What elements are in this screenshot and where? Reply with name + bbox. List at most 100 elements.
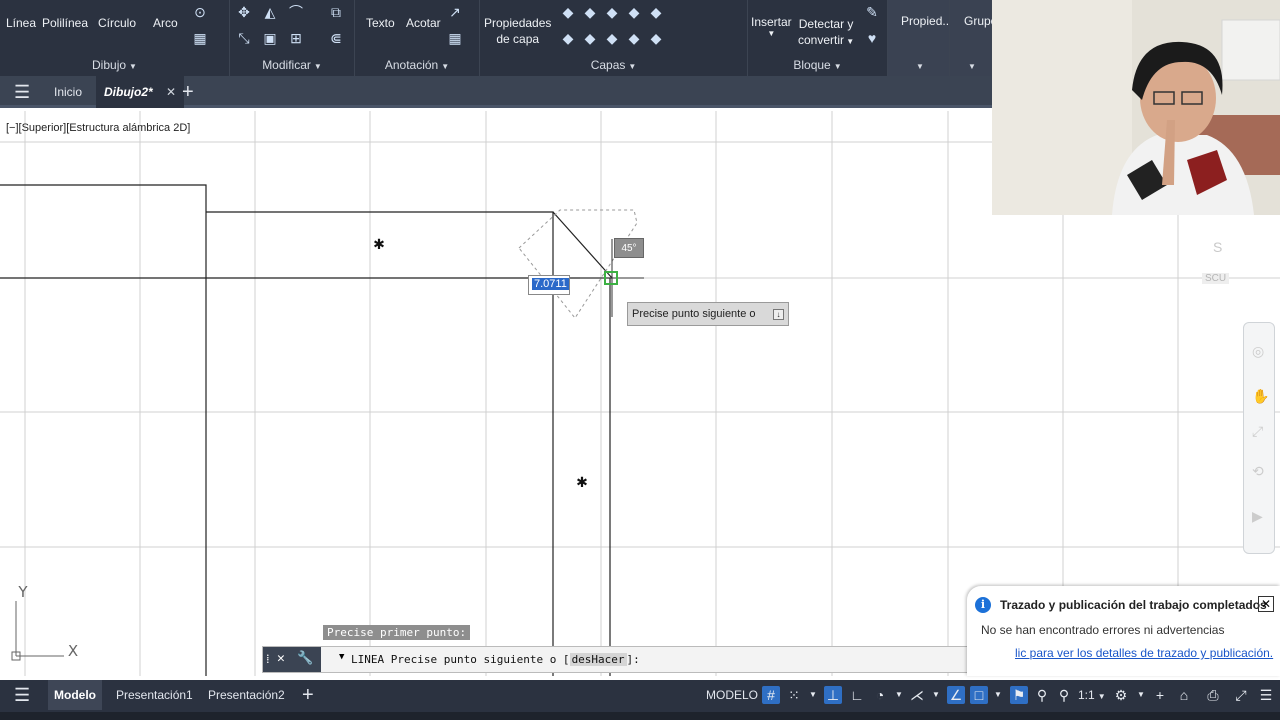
layout-menu-icon[interactable]: ☰ (14, 680, 30, 710)
zoom-icon[interactable]: ⤢ (1252, 423, 1263, 440)
annotation-scale-value[interactable]: 1:1 ▼ (1078, 680, 1106, 710)
snap-icon[interactable]: ⁙ (785, 686, 803, 704)
offset-icon[interactable]: ⋐ (328, 30, 344, 46)
propiedades-capa-button[interactable]: Propiedades de capa (484, 15, 551, 47)
panel-bloque-title[interactable]: Bloque ▼ (748, 58, 887, 72)
stretch-icon[interactable]: ⤡ (236, 30, 252, 46)
circulo-button[interactable]: Círculo (98, 16, 136, 30)
first-point-prompt: Precise primer punto: (323, 625, 471, 640)
model-space-toggle[interactable]: MODELO (706, 680, 758, 710)
polar-dropdown-icon[interactable]: ▼ (890, 686, 908, 704)
arco-button[interactable]: Arco (153, 16, 178, 30)
attribute-icon[interactable]: ♥ (864, 30, 880, 46)
copy-icon[interactable]: ⧉ (328, 4, 344, 20)
annotation-scale-icon[interactable]: ⚲ (1055, 686, 1073, 704)
tab-presentacion1[interactable]: Presentación1 (116, 680, 193, 710)
showmotion-icon[interactable]: ▶ (1252, 508, 1263, 525)
new-layout-icon[interactable]: + (302, 680, 314, 710)
move-icon[interactable]: ✥ (236, 4, 252, 20)
object-snap-dropdown-icon[interactable]: ▼ (989, 686, 1007, 704)
panel-anotacion-title[interactable]: Anotación ▼ (355, 58, 479, 72)
new-tab-icon[interactable]: + (182, 76, 194, 108)
viewport-controls-label[interactable]: [−][Superior][Estructura alámbrica 2D] (6, 122, 190, 134)
polilinea-button[interactable]: Polilínea (42, 16, 88, 30)
propiedades-expand[interactable]: ▼ (888, 58, 949, 72)
angle-input[interactable]: 45° (614, 238, 644, 258)
option-deshacer[interactable]: desHacer (569, 653, 627, 666)
notification-message: No se han encontrado errores ni adverten… (981, 623, 1225, 637)
ucs-menu[interactable]: SCU (1202, 273, 1230, 284)
hamburger-menu-icon[interactable]: ☰ (14, 76, 30, 108)
layer-icon-5[interactable]: ◆ (648, 4, 664, 20)
customize-menu-icon[interactable]: ☰ (1257, 686, 1275, 704)
snap-dropdown-icon[interactable]: ▼ (804, 686, 822, 704)
command-line[interactable]: ⁞ ✕ 🔧 ▼ LINEA Precise punto siguiente o … (262, 646, 1016, 673)
close-tab-icon[interactable]: ✕ (166, 85, 176, 99)
acotar-button[interactable]: Acotar (406, 16, 441, 30)
object-snap-tracking-icon[interactable]: ∠ (947, 686, 965, 704)
tab-dibujo2[interactable]: Dibujo2* ✕ (96, 76, 185, 108)
texto-button[interactable]: Texto (366, 16, 395, 30)
linea-button[interactable]: Línea (6, 16, 36, 30)
orbit-icon[interactable]: ⟲ (1252, 463, 1264, 480)
insertar-button[interactable]: Insertar ▼ (751, 15, 792, 38)
close-command-icon[interactable]: ✕ (277, 651, 285, 666)
plot-notification: i Trazado y publicación del trabajo comp… (967, 586, 1280, 676)
polar-icon[interactable]: ◔ (871, 686, 889, 704)
panel-capas-title[interactable]: Capas ▼ (480, 58, 747, 72)
steering-wheel-icon[interactable]: ◎ (1252, 343, 1264, 360)
pan-icon[interactable]: ✋ (1252, 388, 1269, 405)
ucs-y-label: Y (17, 583, 28, 601)
isodraft-dropdown-icon[interactable]: ▼ (927, 686, 945, 704)
units-icon[interactable]: ⌂ (1175, 686, 1193, 704)
layer-icon-7[interactable]: ◆ (582, 30, 598, 46)
options-dropdown-icon[interactable]: ↓ (773, 309, 784, 320)
table-icon[interactable]: ▦ (447, 30, 463, 46)
customize-wrench-icon[interactable]: 🔧 (297, 651, 313, 666)
close-notification-icon[interactable]: ✕ (1258, 596, 1274, 612)
dynamic-input-icon[interactable]: ⊥ (824, 686, 842, 704)
detectar-convertir-button[interactable]: Detectar y convertir ▼ (798, 16, 854, 50)
edit-block-icon[interactable]: ✎ (864, 4, 880, 20)
layer-icon-2[interactable]: ◆ (582, 4, 598, 20)
mirror-icon[interactable]: ◭ (262, 4, 278, 20)
object-snap-icon[interactable]: □ (970, 686, 988, 704)
hatch-icon[interactable]: ▦ (192, 30, 208, 46)
command-history-icon[interactable]: ▼ (339, 652, 344, 662)
annotation-monitor-icon[interactable]: + (1151, 686, 1169, 704)
workspace-gear-icon[interactable]: ⚙ (1112, 686, 1130, 704)
ortho-icon[interactable]: ∟ (848, 686, 866, 704)
workspace-dropdown-icon[interactable]: ▼ (1132, 686, 1150, 704)
fullscreen-icon[interactable]: ⤢ (1232, 686, 1250, 704)
circle-small-icon[interactable]: ⊙ (192, 4, 208, 20)
leader-icon[interactable]: ↗ (447, 4, 463, 20)
annotation-visibility-icon[interactable]: ⚑ (1010, 686, 1028, 704)
distance-input[interactable]: 7.0711 (528, 275, 570, 295)
tab-presentacion2[interactable]: Presentación2 (208, 680, 285, 710)
panel-dibujo-title[interactable]: Dibujo ▼ (0, 58, 229, 72)
tab-inicio[interactable]: Inicio (54, 76, 82, 108)
fillet-icon[interactable]: ⌒ (288, 4, 304, 20)
acotar-label: Acotar (406, 16, 441, 30)
viewcube-letter[interactable]: S (1213, 239, 1222, 255)
layer-icon-1[interactable]: ◆ (560, 4, 576, 20)
auto-scale-icon[interactable]: ⚲ (1033, 686, 1051, 704)
layer-icon-3[interactable]: ◆ (604, 4, 620, 20)
grid-icon[interactable]: # (762, 686, 780, 704)
array-icon[interactable]: ⊞ (288, 30, 304, 46)
file-tabs-bar: ☰ Inicio Dibujo2* ✕ + (0, 76, 992, 108)
notification-details-link[interactable]: lic para ver los detalles de trazado y p… (1015, 646, 1273, 660)
plot-status-icon[interactable]: ⎙ (1204, 686, 1222, 704)
layer-icon-9[interactable]: ◆ (626, 30, 642, 46)
layer-icon-8[interactable]: ◆ (604, 30, 620, 46)
propiedades-button[interactable]: Propied... (901, 14, 952, 28)
isodraft-icon[interactable]: ⋌ (908, 686, 926, 704)
scale-icon[interactable]: ▣ (262, 30, 278, 46)
layer-icon-4[interactable]: ◆ (626, 4, 642, 20)
grupos-expand[interactable]: ▼ (950, 58, 991, 72)
layer-icon-10[interactable]: ◆ (648, 30, 664, 46)
grip-icon[interactable]: ⁞ (266, 651, 270, 667)
panel-modificar-title[interactable]: Modificar ▼ (230, 58, 354, 72)
tab-modelo[interactable]: Modelo (48, 680, 102, 710)
layer-icon-6[interactable]: ◆ (560, 30, 576, 46)
